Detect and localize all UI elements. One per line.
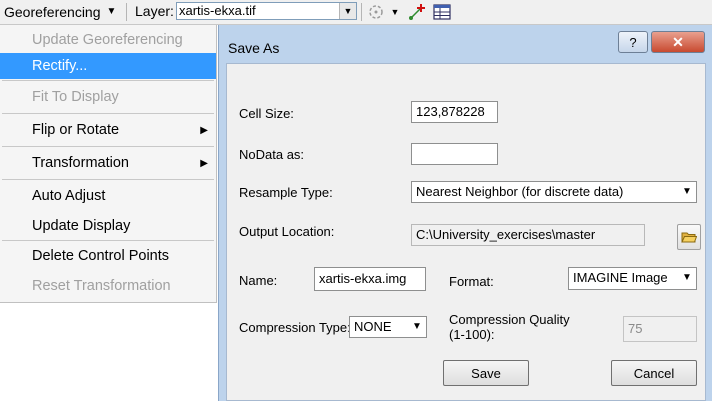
rotate-icon[interactable] [365,2,387,21]
menu-item-fit-to-display[interactable]: Fit To Display [0,84,216,110]
compression-type-value: NONE [354,319,392,334]
menu-separator [2,240,214,241]
resample-type-label: Resample Type: [239,185,333,200]
menu-item-update-display[interactable]: Update Display [0,213,216,239]
menu-item-label: Update Georeferencing [32,32,183,48]
save-button-label: Save [471,365,501,381]
close-icon: ✕ [672,33,684,50]
menu-separator [2,80,214,81]
compression-type-label: Compression Type: [239,320,351,335]
menu-item-update-georeferencing[interactable]: Update Georeferencing [0,27,216,53]
georeferencing-dropdown-menu: Update Georeferencing Rectify... Fit To … [0,25,217,303]
georeferencing-toolbar: Georeferencing ▼ Layer: xartis-ekxa.tif … [0,0,712,25]
toolbar-separator [361,3,362,21]
cell-size-value: 123,878228 [416,104,485,119]
menu-item-rectify[interactable]: Rectify... [0,53,216,79]
browse-folder-button[interactable] [677,224,701,250]
name-label: Name: [239,273,278,288]
compression-quality-value: 75 [628,321,643,336]
name-value: xartis-ekxa.img [319,271,407,286]
cancel-button-label: Cancel [633,365,675,381]
menu-item-label: Delete Control Points [32,248,170,264]
chevron-down-icon[interactable]: ▼ [389,2,401,21]
output-location-input[interactable]: C:\University_exercises\master [411,224,645,246]
format-value: IMAGINE Image [573,270,668,285]
chevron-down-icon[interactable]: ▼ [408,317,426,337]
chevron-down-icon: ▼ [106,6,117,17]
resample-type-select[interactable]: Nearest Neighbor (for discrete data) ▼ [411,181,697,203]
compression-quality-label: Compression Quality (1-100): [449,312,570,342]
menu-item-auto-adjust[interactable]: Auto Adjust [0,183,216,209]
nodata-input[interactable] [411,143,498,165]
output-location-value: C:\University_exercises\master [416,227,596,242]
save-button[interactable]: Save [443,360,529,386]
menu-item-label: Fit To Display [32,89,119,105]
help-icon: ? [629,34,637,50]
format-select[interactable]: IMAGINE Image ▼ [568,267,697,290]
toolbar-separator [126,3,127,21]
help-button[interactable]: ? [618,31,648,53]
output-location-label: Output Location: [239,224,335,239]
layer-label: Layer: [135,3,174,19]
dialog-body: Cell Size: 123,878228 NoData as: Resampl… [226,63,706,401]
compression-quality-label-line1: Compression Quality [449,312,570,327]
menu-item-label: Rectify... [32,58,88,74]
menu-separator [2,146,214,147]
chevron-down-icon[interactable]: ▼ [339,3,356,19]
layer-select-value: xartis-ekxa.tif [179,3,256,18]
name-input[interactable]: xartis-ekxa.img [314,267,426,291]
menu-item-label: Transformation [32,155,129,171]
add-control-points-icon[interactable] [407,2,429,21]
link-table-icon[interactable] [431,2,453,21]
georeferencing-menu-button[interactable]: Georeferencing ▼ [0,0,124,23]
format-label: Format: [449,274,494,289]
cell-size-input[interactable]: 123,878228 [411,101,498,123]
submenu-arrow-icon: ▶ [200,124,208,136]
compression-quality-input[interactable]: 75 [623,316,697,342]
menu-item-delete-control-points[interactable]: Delete Control Points [0,243,216,269]
dialog-title: Save As [228,40,280,56]
submenu-arrow-icon: ▶ [200,157,208,169]
menu-separator [2,113,214,114]
layer-select[interactable]: xartis-ekxa.tif ▼ [176,2,357,20]
chevron-down-icon[interactable]: ▼ [678,182,696,202]
menu-item-label: Reset Transformation [32,278,171,294]
menu-item-label: Auto Adjust [32,188,106,204]
chevron-down-icon[interactable]: ▼ [678,268,696,288]
georeferencing-menu-label: Georeferencing [4,3,101,20]
save-as-dialog: Save As ? ✕ Cell Size: 123,878228 NoData… [218,25,712,401]
menu-item-label: Update Display [32,218,131,234]
menu-item-transformation[interactable]: Transformation ▶ [0,150,216,176]
compression-type-select[interactable]: NONE ▼ [349,316,427,338]
cancel-button[interactable]: Cancel [611,360,697,386]
cell-size-label: Cell Size: [239,106,294,121]
open-folder-icon [681,232,697,243]
resample-type-value: Nearest Neighbor (for discrete data) [416,184,624,199]
menu-item-flip-or-rotate[interactable]: Flip or Rotate ▶ [0,117,216,143]
menu-item-label: Flip or Rotate [32,122,120,138]
compression-quality-label-line2: (1-100): [449,327,495,342]
menu-item-reset-transformation[interactable]: Reset Transformation [0,273,216,299]
nodata-label: NoData as: [239,147,305,162]
close-button[interactable]: ✕ [651,31,705,53]
menu-separator [2,179,214,180]
